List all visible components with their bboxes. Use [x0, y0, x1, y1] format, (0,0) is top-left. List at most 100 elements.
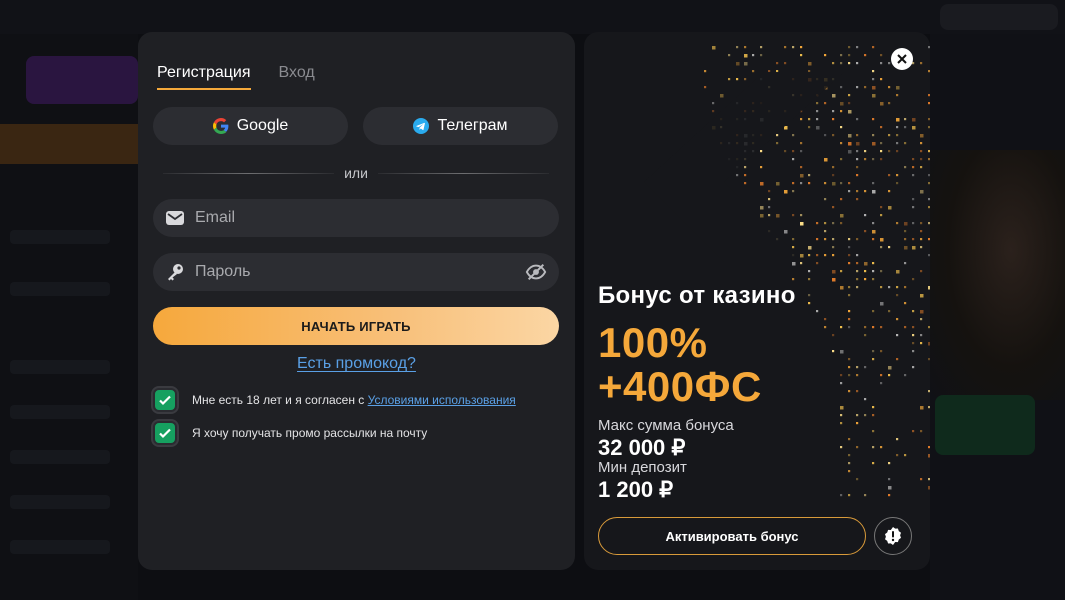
pattern-dot: [792, 134, 795, 137]
pattern-dot: [920, 478, 923, 481]
pattern-dot: [928, 454, 930, 458]
or-divider: или: [163, 165, 549, 181]
pattern-dot: [824, 318, 827, 321]
pattern-dot: [912, 206, 915, 209]
pattern-dot: [712, 102, 715, 105]
pattern-dot: [776, 142, 779, 145]
pattern-dot: [872, 78, 875, 81]
pattern-dot: [856, 158, 859, 161]
pattern-dot: [848, 318, 851, 321]
pattern-dot: [824, 54, 827, 57]
pattern-dot: [808, 174, 811, 177]
pattern-dot: [784, 190, 788, 194]
pattern-dot: [848, 470, 851, 473]
pattern-dot: [848, 142, 852, 146]
min-deposit-label: Мин депозит: [598, 459, 687, 476]
pattern-dot: [848, 454, 851, 457]
pattern-dot: [768, 206, 771, 209]
terms-link[interactable]: Условиями использования: [368, 393, 516, 407]
pattern-dot: [816, 126, 820, 130]
pattern-dot: [880, 238, 884, 242]
pattern-dot: [928, 326, 930, 329]
pattern-dot: [928, 342, 930, 346]
pattern-dot: [840, 214, 844, 218]
pattern-dot: [888, 134, 891, 137]
pattern-dot: [848, 46, 851, 49]
age-consent-row: Мне есть 18 лет и я согласен с Условиями…: [153, 388, 516, 412]
eye-off-icon[interactable]: [525, 261, 547, 283]
pattern-dot: [840, 286, 844, 290]
pattern-dot: [872, 142, 876, 146]
pattern-dot: [904, 222, 908, 226]
pattern-dot: [928, 174, 930, 177]
pattern-dot: [928, 222, 930, 225]
pattern-dot: [856, 278, 859, 281]
auth-tabs: Регистрация Вход: [157, 64, 315, 90]
pattern-dot: [808, 118, 811, 121]
pattern-dot: [896, 222, 899, 225]
pattern-dot: [920, 246, 923, 249]
pattern-dot: [744, 182, 747, 185]
pattern-dot: [904, 230, 907, 233]
pattern-dot: [736, 46, 739, 49]
pattern-dot: [848, 246, 851, 249]
max-bonus-label: Макс сумма бонуса: [598, 417, 734, 434]
promo-link-wrap: Есть промокод?: [138, 355, 575, 373]
pattern-dot: [824, 222, 827, 225]
pattern-dot: [848, 102, 851, 105]
pattern-dot: [776, 214, 780, 218]
pattern-dot: [872, 278, 875, 281]
max-bonus-value: 32 000 ₽: [598, 435, 686, 460]
pattern-dot: [920, 310, 924, 314]
start-playing-button[interactable]: НАЧАТЬ ИГРАТЬ: [153, 307, 559, 345]
pattern-dot: [736, 174, 739, 177]
backdrop-header: [0, 0, 1065, 34]
pattern-dot: [928, 478, 930, 481]
pattern-dot: [888, 374, 891, 377]
pattern-dot: [912, 174, 915, 177]
pattern-dot: [840, 406, 844, 410]
pattern-dot: [752, 70, 755, 73]
age-consent-checkbox[interactable]: [153, 388, 177, 412]
pattern-dot: [800, 142, 803, 145]
pattern-dot: [872, 310, 875, 313]
pattern-dot: [832, 206, 835, 209]
google-icon: [212, 118, 229, 134]
pattern-dot: [752, 54, 755, 57]
email-input[interactable]: [195, 209, 547, 227]
pattern-dot: [744, 166, 747, 169]
pattern-dot: [888, 86, 891, 89]
promo-code-link[interactable]: Есть промокод?: [297, 355, 416, 372]
pattern-dot: [848, 238, 851, 241]
info-button[interactable]: [874, 517, 912, 555]
pattern-dot: [704, 70, 707, 73]
google-button[interactable]: Google: [153, 107, 348, 145]
registration-panel: Регистрация Вход Google Телеграм или Ema…: [138, 32, 575, 570]
close-button[interactable]: [891, 48, 913, 70]
pattern-dot: [840, 374, 843, 377]
password-input[interactable]: [195, 263, 515, 281]
pattern-dot: [792, 190, 795, 193]
tab-login[interactable]: Вход: [279, 64, 315, 90]
pattern-dot: [904, 302, 907, 305]
pattern-dot: [872, 134, 875, 137]
pattern-dot: [824, 102, 827, 105]
pattern-dot: [872, 406, 875, 409]
pattern-dot: [856, 390, 859, 393]
pattern-dot: [912, 430, 915, 433]
pattern-dot: [872, 430, 875, 433]
pattern-dot: [712, 110, 715, 113]
pattern-dot: [872, 238, 875, 241]
tab-registration[interactable]: Регистрация: [157, 64, 251, 90]
pattern-dot: [872, 230, 876, 234]
bonus-free-spins: +400ФС: [598, 363, 762, 410]
newsletter-checkbox[interactable]: [153, 421, 177, 445]
pattern-dot: [800, 254, 804, 258]
pattern-dot: [864, 494, 867, 497]
pattern-dot: [912, 350, 915, 353]
telegram-button[interactable]: Телеграм: [363, 107, 558, 145]
activate-bonus-button[interactable]: Активировать бонус: [598, 517, 866, 555]
pattern-dot: [760, 182, 764, 186]
pattern-dot: [928, 358, 930, 361]
pattern-dot: [920, 342, 923, 345]
